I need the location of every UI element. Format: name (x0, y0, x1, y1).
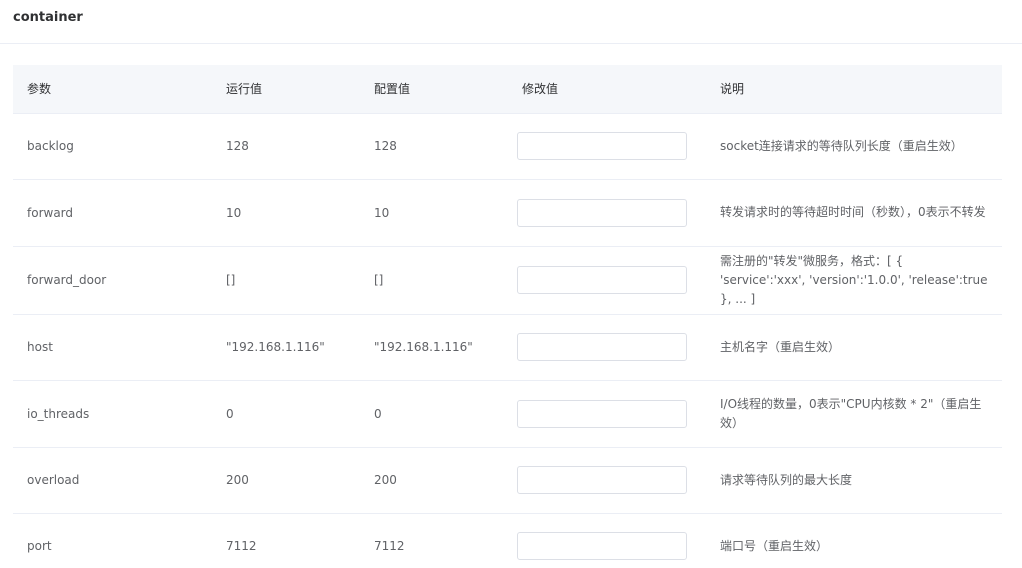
cell-description: 端口号（重启生效） (720, 538, 829, 553)
cell-description: 需注册的"转发"微服务，格式：[ { 'service':'xxx', 'ver… (720, 253, 988, 306)
cell-param: overload (27, 473, 80, 487)
table-row: host "192.168.1.116" "192.168.1.116" 主机名… (13, 314, 1002, 380)
cell-param: io_threads (27, 406, 90, 421)
table-row: backlog 128 128 socket连接请求的等待队列长度（重启生效） (13, 113, 1002, 179)
cell-modify (508, 179, 706, 246)
modify-input-io-threads[interactable] (517, 399, 687, 428)
cell-modify (508, 447, 706, 513)
config-table: 参数 运行值 配置值 修改值 说明 backlog 128 128 socket… (13, 65, 1002, 568)
modify-input-host[interactable] (517, 333, 687, 361)
cell-param: backlog (27, 139, 74, 153)
modify-input-overload[interactable] (517, 466, 687, 494)
cell-run-value: [] (226, 273, 236, 287)
cell-config-value: 7112 (374, 539, 405, 553)
cell-config-value: 0 (374, 406, 382, 421)
config-table-wrap: 参数 运行值 配置值 修改值 说明 backlog 128 128 socket… (13, 65, 1002, 568)
cell-description: I/O线程的数量，0表示"CPU内核数 * 2"（重启生效） (720, 396, 982, 430)
table-row: forward_door [] [] 需注册的"转发"微服务，格式：[ { 's… (13, 246, 1002, 314)
modify-input-forward-door[interactable] (517, 266, 687, 294)
cell-modify (508, 513, 706, 568)
cell-run-value: 0 (226, 406, 234, 421)
cell-modify (508, 314, 706, 380)
cell-run-value: 128 (226, 139, 249, 153)
cell-run-value: 200 (226, 473, 249, 487)
header-param: 参数 (13, 65, 212, 114)
header-config-value: 配置值 (360, 65, 508, 114)
table-row: io_threads 0 0 I/O线程的数量，0表示"CPU内核数 * 2"（… (13, 380, 1002, 447)
header-description: 说明 (706, 65, 1002, 114)
card-header: container (0, 0, 1022, 44)
cell-config-value: 200 (374, 473, 397, 487)
cell-config-value: 10 (374, 205, 390, 220)
cell-param: port (27, 539, 52, 553)
cell-modify (508, 246, 706, 314)
modify-input-backlog[interactable] (517, 132, 687, 160)
cell-description: 主机名字（重启生效） (720, 339, 841, 354)
header-run-value: 运行值 (212, 65, 360, 114)
cell-run-value: 7112 (226, 539, 257, 553)
cell-param: forward (27, 205, 74, 220)
modify-input-forward[interactable] (517, 198, 687, 227)
table-row: forward 10 10 转发请求时的等待超时时间（秒数），0表示不转发 (13, 179, 1002, 246)
cell-param: forward_door (27, 273, 107, 287)
cell-description: 转发请求时的等待超时时间（秒数），0表示不转发 (720, 205, 986, 219)
table-row: overload 200 200 请求等待队列的最大长度 (13, 447, 1002, 513)
cell-param: host (27, 340, 53, 354)
config-page: container 参数 运行值 配置值 修改值 说明 backlog 128 (0, 0, 1022, 568)
table-row: port 7112 7112 端口号（重启生效） (13, 513, 1002, 568)
cell-config-value: 128 (374, 139, 397, 153)
modify-input-port[interactable] (517, 532, 687, 560)
cell-run-value: 10 (226, 205, 242, 220)
card-title: container (13, 10, 83, 25)
cell-description: 请求等待队列的最大长度 (720, 472, 853, 487)
cell-run-value: "192.168.1.116" (226, 340, 325, 354)
header-modify-value: 修改值 (508, 65, 706, 114)
table-header-row: 参数 运行值 配置值 修改值 说明 (13, 65, 1002, 114)
cell-modify (508, 113, 706, 179)
cell-description: socket连接请求的等待队列长度（重启生效） (720, 138, 963, 153)
cell-config-value: "192.168.1.116" (374, 340, 473, 354)
cell-modify (508, 380, 706, 447)
cell-config-value: [] (374, 273, 384, 287)
